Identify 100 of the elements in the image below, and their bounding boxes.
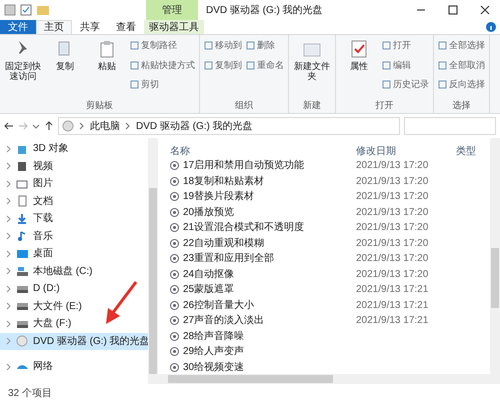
- file-name[interactable]: 27声音的淡入淡出: [183, 313, 264, 328]
- ribbon-tab[interactable]: 查看: [108, 20, 144, 34]
- disc-icon: [170, 208, 179, 217]
- disc-icon: [170, 316, 179, 326]
- file-name[interactable]: 30给视频变速: [183, 360, 244, 375]
- scrollbar[interactable]: [148, 138, 158, 384]
- sidebar-item[interactable]: 下载: [0, 210, 148, 228]
- sidebar-item[interactable]: DVD 驱动器 (G:) 我的光盘: [0, 332, 148, 350]
- ribbon-button[interactable]: 剪切: [130, 78, 195, 92]
- date-cell-text: 2021/9/13 17:21: [356, 314, 430, 328]
- group-label: 新建: [303, 100, 321, 110]
- breadcrumb-item[interactable]: 此电脑: [90, 118, 120, 134]
- file-name[interactable]: 23重置和应用到全部: [183, 251, 274, 266]
- file-name[interactable]: 21设置混合模式和不透明度: [183, 220, 304, 236]
- sidebar-item[interactable]: 大盘 (F:): [0, 315, 148, 332]
- ribbon-button[interactable]: 粘贴: [88, 39, 126, 99]
- sidebar-item[interactable]: 文档: [0, 192, 148, 210]
- status-text: 32 个项目: [7, 386, 53, 400]
- disc-icon: [170, 238, 179, 248]
- scrollbar[interactable]: [158, 374, 500, 384]
- file-name[interactable]: 28给声音降噪: [183, 328, 244, 344]
- sidebar-item[interactable]: 图片: [0, 175, 148, 192]
- file-name[interactable]: 29给人声变声: [183, 344, 244, 360]
- sidebar-item[interactable]: 桌面: [0, 245, 148, 262]
- file-name[interactable]: 24自动抠像: [183, 266, 234, 282]
- address-bar[interactable]: 此电脑 DVD 驱动器 (G:) 我的光盘: [58, 117, 400, 135]
- ribbon-button[interactable]: 复制: [46, 39, 84, 99]
- ribbon-button[interactable]: 历史记录: [382, 78, 429, 92]
- disc-icon: [170, 285, 179, 294]
- scrollbar[interactable]: [490, 138, 500, 374]
- ribbon-button[interactable]: 新建文件夹: [293, 39, 331, 99]
- ribbon-button[interactable]: 反向选择: [438, 78, 485, 92]
- ribbon-button[interactable]: 固定到快速访问: [4, 39, 42, 99]
- ribbon-button[interactable]: 复制到: [204, 58, 242, 72]
- help-icon: [486, 22, 496, 32]
- download-icon: [16, 212, 29, 225]
- date-cell-text: 2021/9/13 17:20: [356, 190, 430, 204]
- ribbon-tab[interactable]: 文件: [0, 20, 36, 34]
- ribbon-button[interactable]: 复制路径: [130, 39, 195, 52]
- chevron-right-icon: [79, 122, 85, 130]
- file-name[interactable]: 22自动重观和模糊: [183, 236, 264, 251]
- sidebar-item[interactable]: 大文件 (E:): [0, 298, 148, 315]
- chevron-right-icon: [6, 302, 12, 310]
- chevron-right-icon: [125, 122, 131, 130]
- ribbon-tab[interactable]: 主页: [36, 20, 72, 34]
- sidebar-item[interactable]: 3D 对象: [0, 140, 148, 158]
- file-name[interactable]: 25蒙版遮罩: [183, 282, 234, 298]
- scrollbar-thumb[interactable]: [491, 248, 499, 308]
- sidebar-item[interactable]: 视频: [0, 158, 148, 175]
- file-name[interactable]: 19替换片段素材: [183, 189, 254, 204]
- ribbon-button[interactable]: 打开: [382, 39, 429, 52]
- column-header[interactable]: 名称: [170, 144, 356, 158]
- sidebar-item[interactable]: 本地磁盘 (C:): [0, 262, 148, 280]
- forward-icon: [18, 121, 28, 131]
- ribbon-button[interactable]: 编辑: [382, 58, 429, 72]
- maximize-icon: [448, 5, 458, 15]
- chevron-right-icon: [6, 162, 12, 170]
- chevron-right-icon: [6, 144, 12, 153]
- sidebar-item[interactable]: D (D:): [0, 280, 148, 298]
- chevron-right-icon: [6, 250, 12, 258]
- drive-icon: [16, 300, 29, 312]
- disc-icon: [170, 362, 179, 372]
- disc-icon: [170, 300, 179, 310]
- ribbon-tab[interactable]: 共享: [72, 20, 108, 34]
- date-cell-text: 2021/9/13 17:20: [356, 159, 430, 174]
- disc-icon: [170, 270, 179, 279]
- sidebar-item[interactable]: 网络: [0, 358, 148, 376]
- monitor-icon: [16, 248, 29, 260]
- date-cell-text: 2021/9/13 17:20: [356, 174, 430, 189]
- file-name[interactable]: 26控制音量大小: [183, 298, 254, 313]
- folder-icon: [36, 4, 50, 16]
- group-label: 打开: [376, 100, 394, 110]
- file-name[interactable]: 20播放预览: [183, 204, 234, 220]
- date-cell-text: 2021/9/13 17:20: [356, 206, 430, 220]
- search-field[interactable]: [404, 117, 496, 135]
- disc-icon: [170, 161, 179, 170]
- ribbon-button[interactable]: 属性: [340, 39, 378, 99]
- scrollbar-thumb[interactable]: [168, 375, 333, 383]
- ribbon-button[interactable]: 重命名: [246, 58, 284, 72]
- disc-icon: [62, 120, 74, 132]
- column-header[interactable]: 修改日期: [356, 144, 456, 158]
- chevron-down-icon: [32, 122, 40, 130]
- ribbon-tab[interactable]: 驱动器工具: [144, 20, 204, 34]
- scrollbar-thumb[interactable]: [149, 188, 157, 374]
- ribbon-button[interactable]: 删除: [246, 39, 284, 52]
- sidebar-item[interactable]: 音乐: [0, 228, 148, 245]
- file-name[interactable]: 18复制和粘贴素材: [183, 174, 264, 189]
- column-header[interactable]: 类型: [456, 144, 480, 158]
- ribbon-button[interactable]: 粘贴快捷方式: [130, 58, 195, 72]
- chevron-right-icon: [6, 267, 12, 276]
- ribbon-button[interactable]: 全部取消: [438, 58, 485, 72]
- properties-icon: [349, 39, 369, 59]
- breadcrumb-item[interactable]: DVD 驱动器 (G:) 我的光盘: [136, 118, 253, 134]
- document-icon: [16, 195, 29, 208]
- ribbon-button[interactable]: 全部选择: [438, 39, 485, 52]
- picture-icon: [16, 178, 29, 190]
- file-name[interactable]: 17启用和禁用自动预览功能: [183, 158, 304, 174]
- ribbon-button[interactable]: 移动到: [204, 39, 242, 52]
- chevron-right-icon: [6, 320, 12, 328]
- chevron-right-icon: [6, 337, 12, 346]
